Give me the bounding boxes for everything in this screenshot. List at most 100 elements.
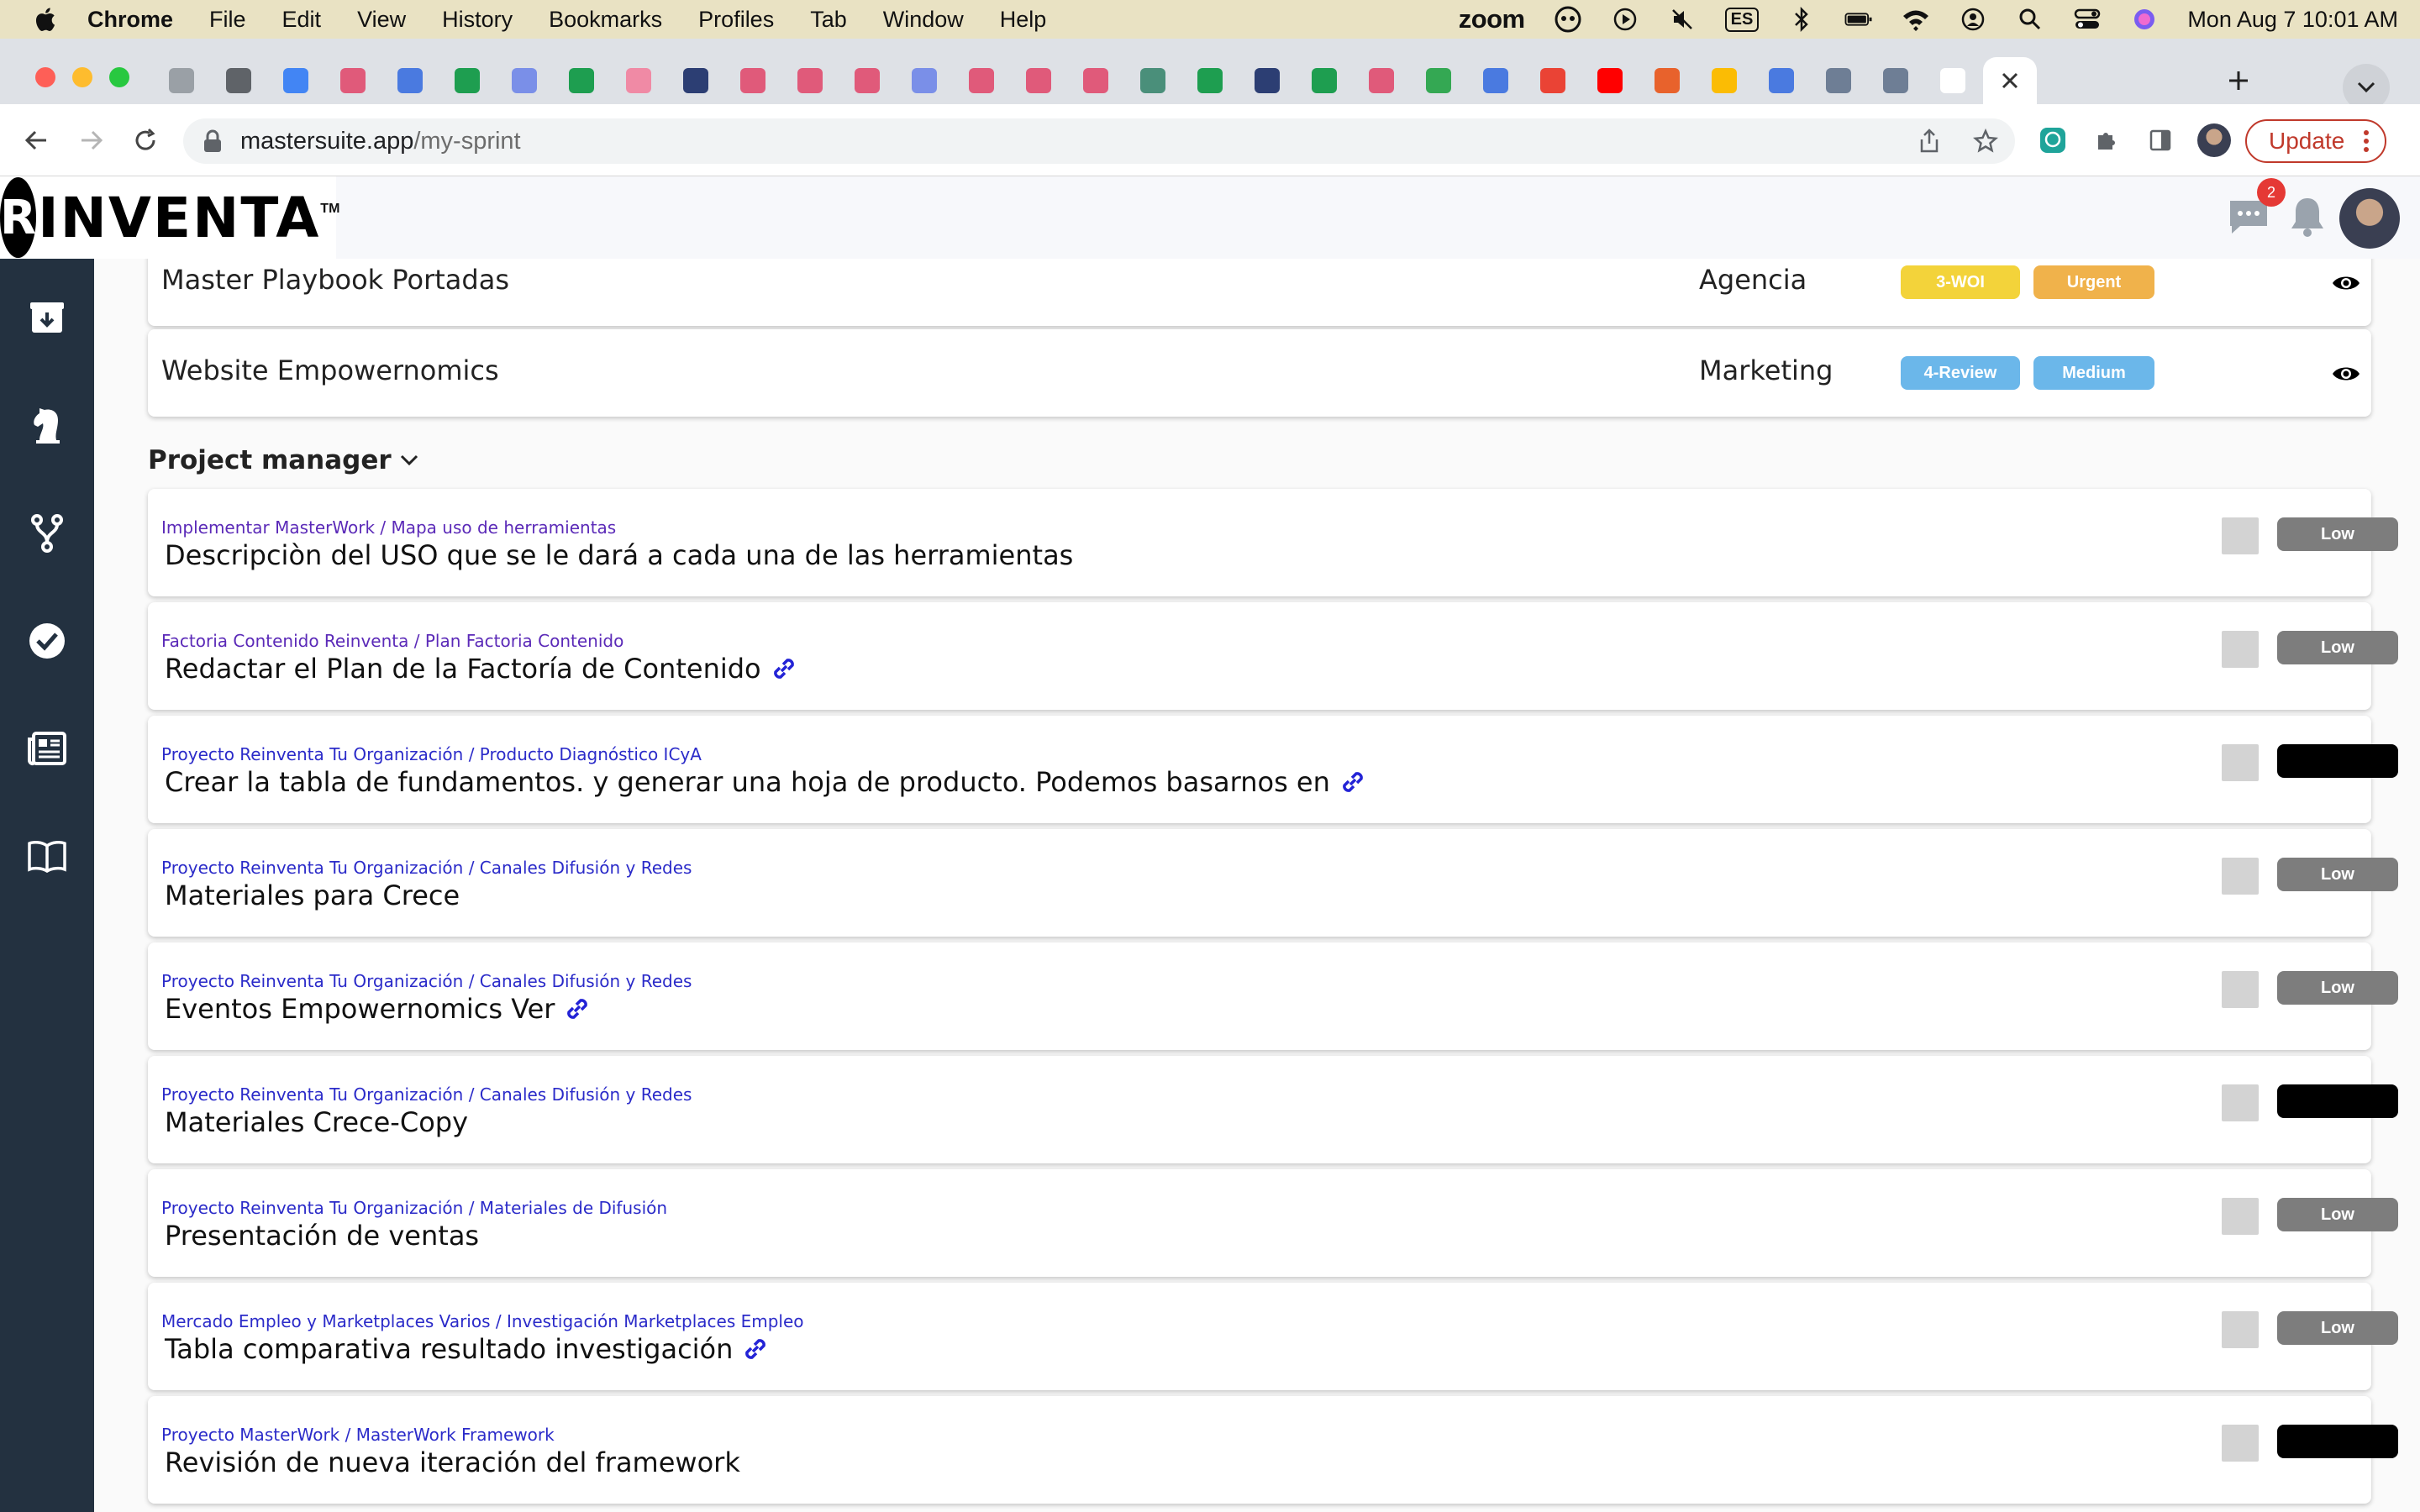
eye-icon[interactable] [2331,363,2361,385]
task-checkbox[interactable] [2222,858,2259,895]
sprint-item-title[interactable]: Website Empowernomics [161,354,499,386]
menu-bookmarks[interactable]: Bookmarks [549,7,662,33]
browser-tab[interactable] [1697,57,1751,104]
task-breadcrumb[interactable]: Proyecto Reinventa Tu Organización / Can… [161,1084,692,1105]
task-priority-chip[interactable]: Low [2277,631,2398,664]
task-title[interactable]: Descripciòn del USO que se le dará a cad… [165,539,1073,571]
update-button[interactable]: Update [2245,119,2387,163]
forward-button[interactable] [72,121,111,160]
new-tab-button[interactable] [2212,57,2265,104]
inbox-icon[interactable] [26,297,68,339]
browser-tab[interactable] [1640,57,1694,104]
sprint-item-card[interactable]: Website Empowernomics Marketing 4-Review… [148,329,2371,417]
siri-icon[interactable] [2130,5,2159,34]
book-icon[interactable] [26,835,68,877]
extensions-puzzle-icon[interactable] [2087,121,2126,160]
browser-tab[interactable] [1754,57,1808,104]
browser-tab[interactable] [1526,57,1580,104]
eye-icon[interactable] [2331,272,2361,294]
bookmark-star-icon[interactable] [1972,128,1999,160]
browser-tab[interactable] [1812,57,1865,104]
browser-tab[interactable] [1469,57,1523,104]
task-card[interactable]: Proyecto Reinventa Tu Organización / Can… [148,829,2398,937]
priority-chip[interactable]: Medium [2033,356,2154,390]
menu-file[interactable]: File [209,7,246,33]
back-button[interactable] [17,121,55,160]
section-header-project-manager[interactable]: Project manager [148,445,418,475]
browser-tab[interactable] [1240,57,1294,104]
task-checkbox[interactable] [2222,631,2259,668]
browser-tab[interactable] [955,57,1008,104]
menu-tab[interactable]: Tab [810,7,847,33]
browser-tab[interactable] [1869,57,1923,104]
browser-tab[interactable] [383,57,437,104]
browser-tab[interactable] [1012,57,1065,104]
check-circle-icon[interactable] [26,620,68,662]
browser-tab[interactable] [612,57,666,104]
task-checkbox[interactable] [2222,1425,2259,1462]
browser-tab[interactable] [555,57,608,104]
share-icon[interactable] [1918,129,1941,160]
zoom-menubar-label[interactable]: zoom [1459,4,1525,34]
notifications-button[interactable] [2284,193,2331,240]
task-title[interactable]: Redactar el Plan de la Factoría de Conte… [165,653,798,685]
browser-tab[interactable] [669,57,723,104]
status-chip[interactable]: 4-Review [1901,356,2020,390]
task-breadcrumb[interactable]: Proyecto Reinventa Tu Organización / Mat… [161,1198,667,1218]
browser-tab[interactable] [897,57,951,104]
task-card[interactable]: Factoria Contenido Reinventa / Plan Fact… [148,602,2398,710]
browser-tab[interactable] [1297,57,1351,104]
browser-tab[interactable] [269,57,323,104]
browser-tab[interactable] [726,57,780,104]
user-switch-icon[interactable] [1959,5,1987,34]
priority-chip[interactable]: Urgent [2033,265,2154,299]
lock-icon[interactable] [202,129,224,154]
task-title[interactable]: Tabla comparativa resultado investigació… [165,1333,770,1365]
task-title[interactable]: Revisión de nueva iteración del framewor… [165,1446,740,1478]
task-priority-chip[interactable]: Low [2277,517,2398,551]
browser-tab[interactable] [212,57,266,104]
menu-help[interactable]: Help [1000,7,1047,33]
window-zoom-dot[interactable] [109,67,129,87]
browser-tab[interactable] [840,57,894,104]
task-card[interactable]: Proyecto Reinventa Tu Organización / Mat… [148,1169,2398,1277]
browser-tab[interactable] [1583,57,1637,104]
menu-app-name[interactable]: Chrome [87,7,173,33]
task-checkbox[interactable] [2222,1311,2259,1348]
fork-icon[interactable] [26,512,68,554]
focus-icon[interactable] [1554,5,1582,34]
status-chip[interactable]: 3-WOI [1901,265,2020,299]
task-checkbox[interactable] [2222,517,2259,554]
menu-history[interactable]: History [442,7,513,33]
task-card[interactable]: Proyecto MasterWork / MasterWork Framewo… [148,1396,2398,1504]
browser-tab[interactable] [1126,57,1180,104]
extension-chat-icon[interactable] [2033,121,2072,160]
spotlight-search-icon[interactable] [2016,5,2044,34]
browser-tab[interactable] [1069,57,1123,104]
window-minimize-dot[interactable] [72,67,92,87]
bluetooth-icon[interactable] [1787,5,1816,34]
task-breadcrumb[interactable]: Proyecto Reinventa Tu Organización / Pro… [161,744,702,764]
browser-tab[interactable] [1926,57,1980,104]
link-icon[interactable] [563,995,592,1023]
chess-knight-icon[interactable] [26,406,68,448]
task-card[interactable]: Proyecto Reinventa Tu Organización / Can… [148,942,2398,1050]
user-avatar[interactable] [2339,188,2400,249]
wifi-icon[interactable] [1902,5,1930,34]
task-card[interactable]: Proyecto Reinventa Tu Organización / Can… [148,1056,2398,1163]
play-icon[interactable] [1611,5,1639,34]
task-title[interactable]: Materiales para Crece [165,879,460,911]
browser-tab[interactable] [497,57,551,104]
browser-tab[interactable] [1183,57,1237,104]
task-priority-chip[interactable]: Low [2277,971,2398,1005]
menu-profiles[interactable]: Profiles [698,7,774,33]
task-title[interactable]: Crear la tabla de fundamentos. y generar… [165,766,1367,798]
task-breadcrumb[interactable]: Implementar MasterWork / Mapa uso de her… [161,517,616,538]
browser-tab[interactable] [783,57,837,104]
task-priority-chip[interactable]: Low [2277,1311,2398,1345]
browser-tab[interactable] [326,57,380,104]
link-icon[interactable] [1339,768,1367,796]
menu-window[interactable]: Window [883,7,964,33]
menubar-clock[interactable]: Mon Aug 7 10:01 AM [2187,7,2398,33]
link-icon[interactable] [770,654,798,683]
